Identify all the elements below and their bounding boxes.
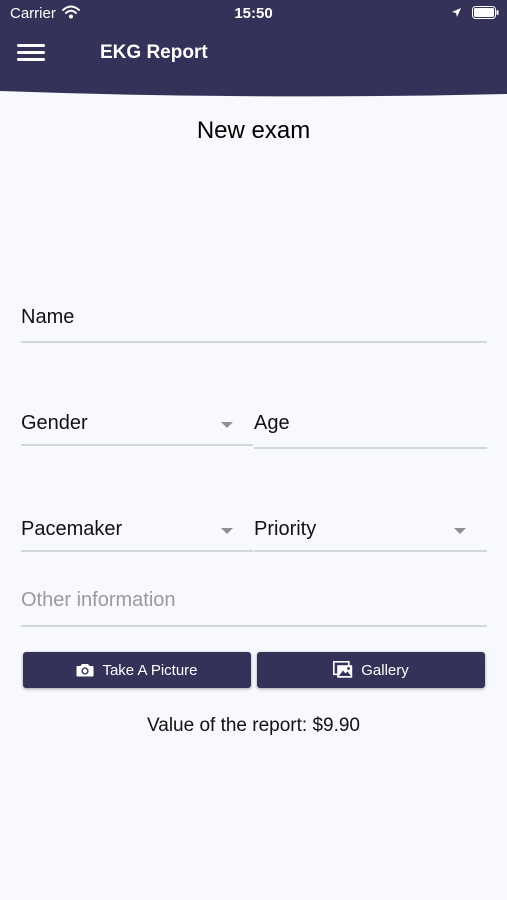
status-bar: Carrier 15:50 xyxy=(0,0,507,27)
other-information-placeholder: Other information xyxy=(21,589,176,611)
status-time: 15:50 xyxy=(234,5,273,22)
chevron-down-icon xyxy=(454,528,466,534)
other-information-field[interactable]: Other information xyxy=(21,582,487,627)
take-picture-button[interactable]: Take A Picture xyxy=(23,652,251,688)
priority-dropdown[interactable]: Priority xyxy=(254,511,487,552)
chevron-down-icon xyxy=(221,422,233,428)
location-icon xyxy=(452,8,461,17)
hamburger-menu-icon[interactable] xyxy=(14,38,48,68)
app-title: EKG Report xyxy=(100,42,208,63)
gallery-label: Gallery xyxy=(361,661,409,679)
camera-icon xyxy=(76,664,94,677)
name-field-label: Name xyxy=(21,306,75,328)
chevron-down-icon xyxy=(221,528,233,534)
gender-dropdown[interactable]: Gender xyxy=(21,405,253,446)
priority-dropdown-label: Priority xyxy=(254,518,317,540)
report-value: Value of the report: $9.90 xyxy=(146,715,361,736)
gallery-icon xyxy=(333,661,353,678)
age-field[interactable]: Age xyxy=(254,405,487,449)
gender-dropdown-label: Gender xyxy=(21,412,88,434)
app-header: Carrier 15:50 EKG Report xyxy=(0,0,507,100)
pacemaker-dropdown[interactable]: Pacemaker xyxy=(21,511,253,552)
name-field[interactable]: Name xyxy=(21,300,487,343)
age-field-label: Age xyxy=(254,412,290,434)
take-picture-label: Take A Picture xyxy=(102,661,198,679)
pacemaker-dropdown-label: Pacemaker xyxy=(21,518,123,540)
gallery-button[interactable]: Gallery xyxy=(257,652,485,688)
battery-icon xyxy=(472,6,499,19)
page-title: New exam xyxy=(196,117,311,144)
